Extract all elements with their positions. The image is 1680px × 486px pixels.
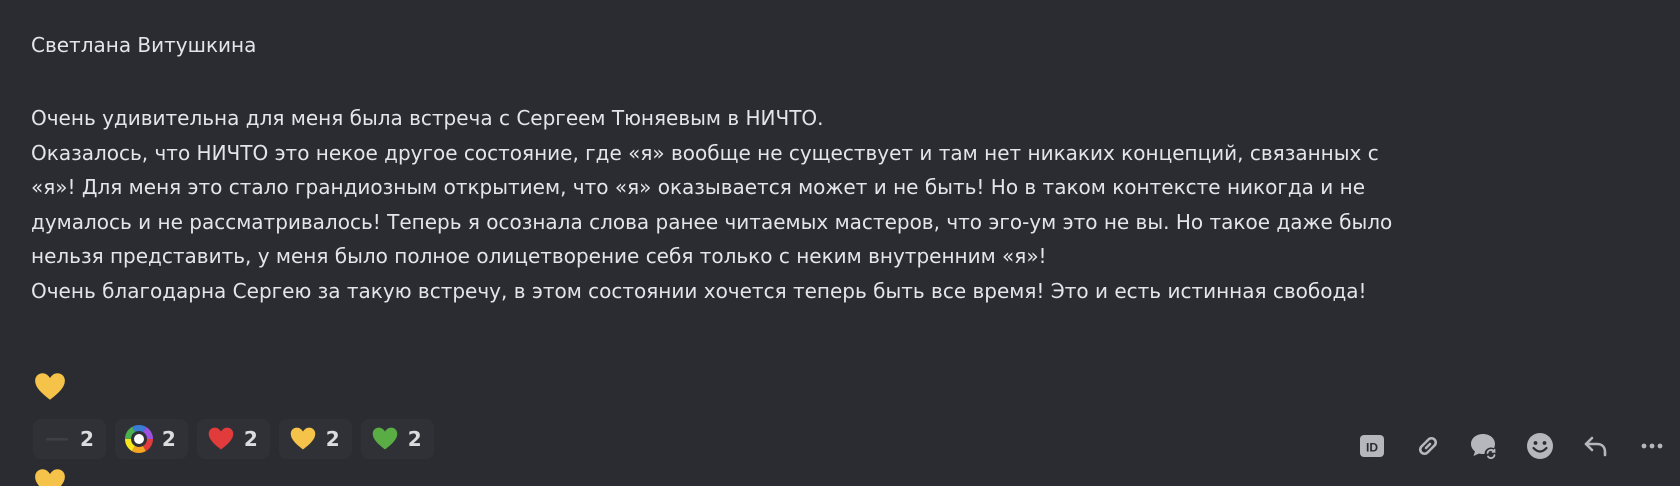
link-icon	[1413, 431, 1443, 461]
reaction-green-heart[interactable]: 2	[360, 419, 434, 459]
message-body: Очень удивительна для меня была встреча …	[31, 101, 1631, 308]
message-toolbar: ID	[1350, 424, 1674, 468]
reactions-bar: 2 2 2 2 2	[33, 419, 434, 459]
message-line: нельзя представить, у меня было полное о…	[31, 244, 1047, 268]
svg-text:ID: ID	[1366, 441, 1378, 455]
message-line: «я»! Для меня это стало грандиозным откр…	[31, 175, 1366, 199]
reaction-rainbow[interactable]: 2	[114, 419, 188, 459]
yellow-heart-icon	[289, 425, 317, 453]
reply-button[interactable]	[1574, 424, 1618, 468]
reaction-yellow-heart[interactable]: 2	[278, 419, 352, 459]
reaction-count: 2	[80, 427, 94, 451]
reaction-count: 2	[243, 427, 258, 451]
rainbow-circle-icon	[124, 425, 153, 453]
red-heart-icon	[207, 425, 235, 453]
reaction-dash[interactable]: 2	[33, 419, 106, 459]
copy-id-button[interactable]: ID	[1350, 424, 1394, 468]
message-line: думалось и не рассматривалось! Теперь я …	[31, 209, 1393, 234]
more-icon	[1637, 431, 1667, 461]
green-heart-icon	[371, 425, 399, 453]
more-options-button[interactable]	[1630, 424, 1674, 468]
add-reaction-button[interactable]	[1518, 424, 1562, 468]
copy-link-button[interactable]	[1406, 424, 1450, 468]
emoji-icon	[1524, 430, 1556, 462]
reaction-count: 2	[161, 427, 176, 451]
reaction-red-heart[interactable]: 2	[196, 419, 270, 459]
dash-icon	[43, 425, 71, 453]
reply-icon	[1581, 431, 1611, 461]
message: Светлана Витушкина Очень удивительна для…	[0, 0, 1680, 486]
reaction-count: 2	[325, 427, 340, 451]
message-line: Оказалось, что НИЧТО это некое другое со…	[31, 140, 1379, 165]
yellow-heart-icon	[33, 370, 67, 404]
yellow-heart-icon	[33, 466, 67, 486]
reaction-count: 2	[407, 427, 422, 451]
message-line: Очень благодарна Сергею за такую встречу…	[31, 278, 1367, 303]
message-author[interactable]: Светлана Витушкина	[31, 31, 256, 59]
create-thread-button[interactable]	[1462, 424, 1506, 468]
message-line: Очень удивительна для меня была встреча …	[31, 106, 824, 130]
thread-icon	[1468, 430, 1500, 462]
id-icon: ID	[1357, 431, 1387, 461]
